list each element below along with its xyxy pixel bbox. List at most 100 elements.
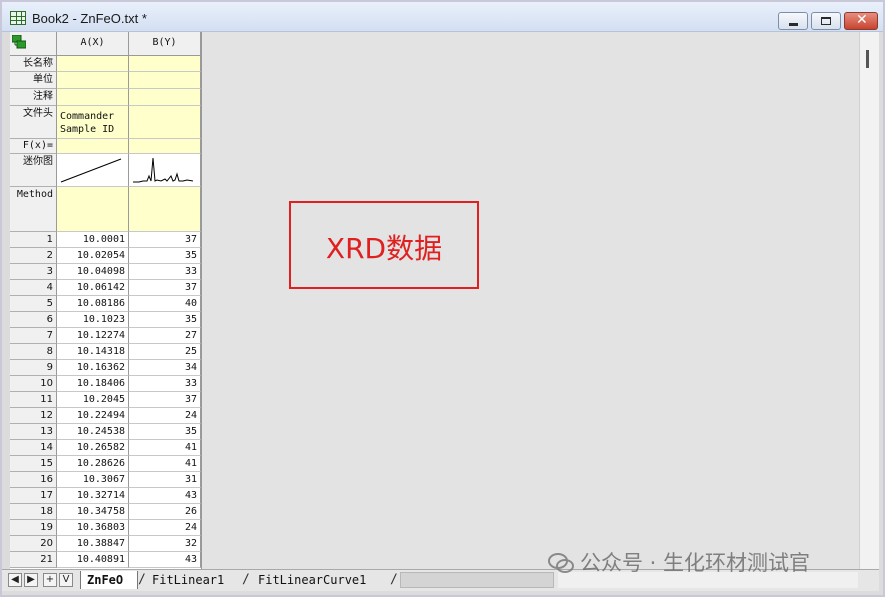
- cell-y[interactable]: 31: [129, 472, 201, 488]
- row-number[interactable]: 19: [10, 520, 57, 536]
- minimize-button[interactable]: [778, 12, 808, 30]
- cell-x[interactable]: 10.40891: [57, 552, 129, 568]
- cell-x[interactable]: 10.14318: [57, 344, 129, 360]
- sparkline-cell-a[interactable]: [57, 154, 129, 187]
- cell-y[interactable]: 24: [129, 408, 201, 424]
- row-number[interactable]: 17: [10, 488, 57, 504]
- title-bar[interactable]: Book2 - ZnFeO.txt * ✕: [2, 2, 883, 32]
- cell-y[interactable]: 27: [129, 328, 201, 344]
- cell-x[interactable]: 10.02054: [57, 248, 129, 264]
- next-sheet-button[interactable]: ▶: [24, 573, 38, 587]
- worksheet-grid[interactable]: A(X) B(Y) 长名称 单位 注释 文件头 Commander Sample…: [10, 32, 201, 569]
- row-number[interactable]: 16: [10, 472, 57, 488]
- cell-y[interactable]: 43: [129, 488, 201, 504]
- cell-x[interactable]: 10.06142: [57, 280, 129, 296]
- cell-y[interactable]: 35: [129, 248, 201, 264]
- row-number[interactable]: 5: [10, 296, 57, 312]
- cell-x[interactable]: 10.26582: [57, 440, 129, 456]
- sheet-list-button[interactable]: V: [59, 573, 73, 587]
- sparkline-b: [133, 157, 194, 183]
- column-header-b[interactable]: B(Y): [129, 32, 201, 56]
- vertical-scrollbar[interactable]: [859, 32, 879, 569]
- row-number[interactable]: 13: [10, 424, 57, 440]
- row-number[interactable]: 15: [10, 456, 57, 472]
- cell-y[interactable]: 41: [129, 440, 201, 456]
- cell-y[interactable]: 35: [129, 424, 201, 440]
- row-number[interactable]: 4: [10, 280, 57, 296]
- tab-fitlinear1[interactable]: FitLinear1: [146, 571, 242, 589]
- row-number[interactable]: 1: [10, 232, 57, 248]
- cell-y[interactable]: 32: [129, 536, 201, 552]
- cell-y[interactable]: 25: [129, 344, 201, 360]
- cell-x[interactable]: 10.32714: [57, 488, 129, 504]
- row-number[interactable]: 6: [10, 312, 57, 328]
- cell-x[interactable]: 10.22494: [57, 408, 129, 424]
- cell-x[interactable]: 10.3067: [57, 472, 129, 488]
- row-number[interactable]: 20: [10, 536, 57, 552]
- method-cell-b[interactable]: [129, 187, 201, 232]
- cell-y[interactable]: 37: [129, 232, 201, 248]
- cell-x[interactable]: 10.2045: [57, 392, 129, 408]
- cell-x[interactable]: 10.12274: [57, 328, 129, 344]
- row-number[interactable]: 3: [10, 264, 57, 280]
- scroll-thumb[interactable]: [866, 50, 869, 68]
- tab-znfeo[interactable]: ZnFeO: [80, 571, 138, 589]
- cell-x[interactable]: 10.1023: [57, 312, 129, 328]
- cell-y[interactable]: 41: [129, 456, 201, 472]
- unit-cell-a[interactable]: [57, 72, 129, 89]
- method-cell-a[interactable]: [57, 187, 129, 232]
- long-name-cell-a[interactable]: [57, 56, 129, 72]
- long-name-cell-b[interactable]: [129, 56, 201, 72]
- row-number[interactable]: 8: [10, 344, 57, 360]
- row-number[interactable]: 9: [10, 360, 57, 376]
- row-number[interactable]: 11: [10, 392, 57, 408]
- cell-y[interactable]: 43: [129, 552, 201, 568]
- column-header-a[interactable]: A(X): [57, 32, 129, 56]
- row-label-long-name: 长名称: [10, 56, 57, 72]
- tab-fitlinearcurve1[interactable]: FitLinearCurve1: [252, 571, 390, 589]
- fx-cell-a[interactable]: [57, 139, 129, 154]
- row-number[interactable]: 18: [10, 504, 57, 520]
- cell-x[interactable]: 10.28626: [57, 456, 129, 472]
- file-header-a-line2: Sample ID: [60, 124, 115, 135]
- cell-y[interactable]: 40: [129, 296, 201, 312]
- cell-x[interactable]: 10.24538: [57, 424, 129, 440]
- row-number[interactable]: 14: [10, 440, 57, 456]
- unit-cell-b[interactable]: [129, 72, 201, 89]
- sparkline-cell-b[interactable]: [129, 154, 201, 187]
- row-number[interactable]: 10: [10, 376, 57, 392]
- cell-x[interactable]: 10.08186: [57, 296, 129, 312]
- file-header-cell-a[interactable]: Commander Sample ID: [57, 106, 129, 139]
- row-number[interactable]: 21: [10, 552, 57, 568]
- cell-y[interactable]: 33: [129, 376, 201, 392]
- horizontal-scrollbar[interactable]: [400, 572, 554, 588]
- cell-x[interactable]: 10.18406: [57, 376, 129, 392]
- first-sheet-button[interactable]: ◀: [8, 573, 22, 587]
- add-sheet-button[interactable]: +: [43, 573, 57, 587]
- row-number[interactable]: 2: [10, 248, 57, 264]
- cell-y[interactable]: 37: [129, 392, 201, 408]
- fx-cell-b[interactable]: [129, 139, 201, 154]
- cell-x[interactable]: 10.0001: [57, 232, 129, 248]
- cell-x[interactable]: 10.34758: [57, 504, 129, 520]
- cell-y[interactable]: 34: [129, 360, 201, 376]
- cell-y[interactable]: 26: [129, 504, 201, 520]
- workbook-canvas[interactable]: [201, 32, 859, 569]
- cell-x[interactable]: 10.04098: [57, 264, 129, 280]
- maximize-button[interactable]: [811, 12, 841, 30]
- table-row: 3 10.04098 33: [10, 264, 201, 280]
- cell-y[interactable]: 35: [129, 312, 201, 328]
- cell-x[interactable]: 10.38847: [57, 536, 129, 552]
- file-header-cell-b[interactable]: [129, 106, 201, 139]
- cell-y[interactable]: 37: [129, 280, 201, 296]
- comment-cell-a[interactable]: [57, 89, 129, 106]
- select-all-corner[interactable]: [10, 32, 57, 56]
- cell-y[interactable]: 24: [129, 520, 201, 536]
- cell-x[interactable]: 10.36803: [57, 520, 129, 536]
- close-button[interactable]: ✕: [844, 12, 878, 30]
- row-number[interactable]: 7: [10, 328, 57, 344]
- row-number[interactable]: 12: [10, 408, 57, 424]
- comment-cell-b[interactable]: [129, 89, 201, 106]
- cell-y[interactable]: 33: [129, 264, 201, 280]
- cell-x[interactable]: 10.16362: [57, 360, 129, 376]
